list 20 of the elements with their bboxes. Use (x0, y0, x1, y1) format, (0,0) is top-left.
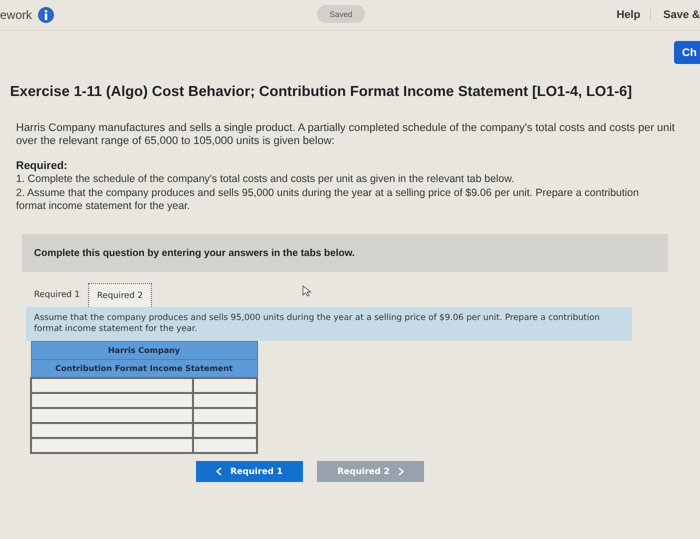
table-header: Harris Company (31, 342, 257, 360)
app-name: ework (0, 8, 32, 22)
previous-button[interactable]: Required 1 (196, 461, 303, 482)
saved-status: Saved (317, 5, 365, 23)
save-link[interactable]: Save & (651, 9, 700, 21)
tab[interactable]: Required 2 (88, 283, 152, 307)
required-item: 1. Complete the schedule of the company's total costs and costs per unit as given in the relevant tab below. (16, 173, 516, 186)
instruction-text: Complete this question by entering your answers in the tabs below. (34, 248, 355, 258)
chevron-icon (216, 467, 222, 476)
exercise-title: Exercise 1-11 (Algo) Cost Behavior; Contribution Format Income Statement [LO1-4, LO1-6] (10, 84, 633, 100)
help-link[interactable]: Help (616, 9, 652, 21)
required-heading: Required: (16, 160, 68, 172)
check-button[interactable]: Ch (674, 41, 700, 64)
prompt-text: Assume that the company produces and sells 95,000 units during the year at a selling price of $9.06 per unit. Prepare a contribution format income statement for the year. (26, 307, 632, 341)
required-item: 2. Assume that the company produces and sells 95,000 units during the year at a selling price of $9.06 per unit. Prepare a contribution format income statement for the year. (16, 187, 640, 213)
chevron-icon (398, 467, 404, 476)
tab[interactable]: Required 1 (26, 283, 88, 307)
info-icon[interactable] (38, 7, 54, 23)
cursor-icon (302, 285, 312, 297)
intro-text: Harris Company manufactures and sells a single product. A partially completed schedule of the company's total costs and costs per unit over the relevant range of 65,000 to 105,000 units is given below: (16, 122, 676, 148)
